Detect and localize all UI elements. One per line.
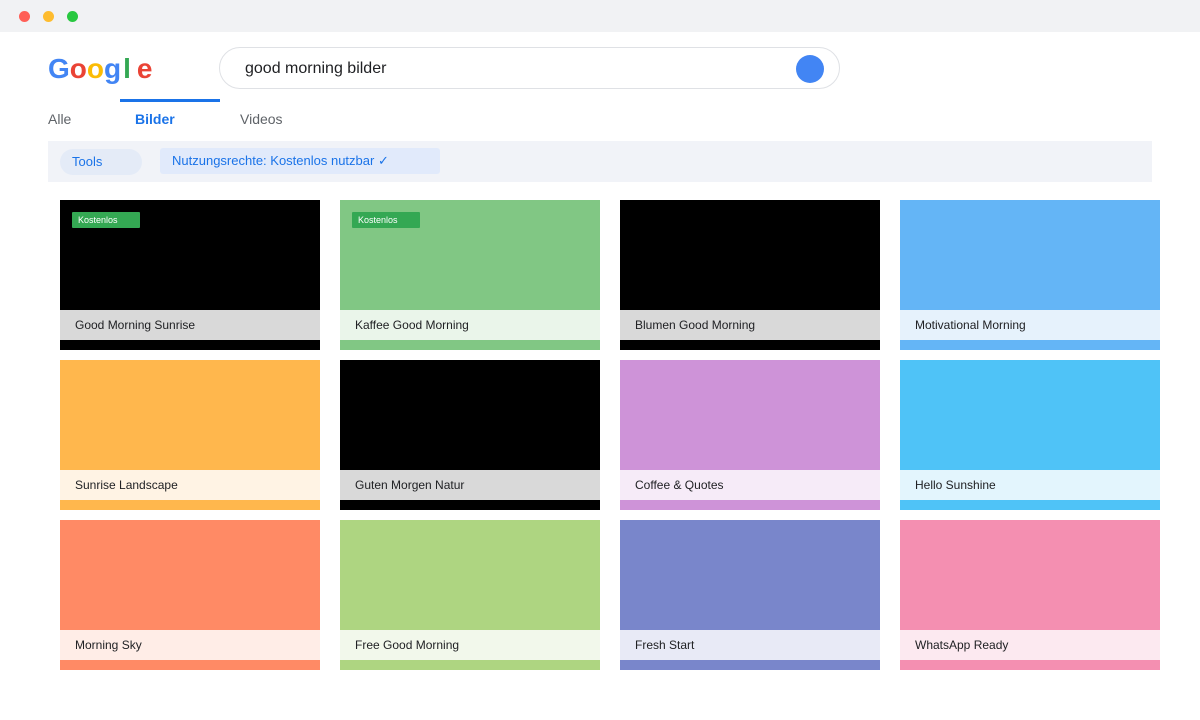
logo-letter: G [48, 53, 70, 84]
image-result-card[interactable]: Fresh Start [620, 520, 880, 670]
window-titlebar [0, 0, 1200, 32]
logo-letter: o [86, 53, 104, 84]
image-results-grid: Kostenlos Good Morning Sunrise Kostenlos Ka… [60, 200, 1160, 670]
result-title[interactable]: Coffee & Quotes [620, 470, 880, 500]
result-title[interactable]: Motivational Morning [900, 310, 1160, 340]
image-result-card[interactable]: Sunrise Landscape [60, 360, 320, 510]
tab-videos[interactable]: Videos [240, 111, 283, 127]
result-title[interactable]: Fresh Start [620, 630, 880, 660]
active-tab-indicator [120, 99, 220, 102]
tab-all[interactable]: Alle [48, 111, 71, 127]
image-result-card[interactable]: Guten Morgen Natur [340, 360, 600, 510]
license-badge: Kostenlos [352, 212, 420, 228]
logo-letter: e [136, 53, 153, 84]
tab-images[interactable]: Bilder [135, 111, 175, 127]
logo-letter: o [69, 53, 87, 84]
usage-rights-filter[interactable]: Nutzungsrechte: Kostenlos nutzbar ✓ [160, 148, 440, 174]
result-title[interactable]: Good Morning Sunrise [60, 310, 320, 340]
logo-letter: l [123, 53, 131, 84]
image-result-card[interactable]: Free Good Morning [340, 520, 600, 670]
image-result-card[interactable]: WhatsApp Ready [900, 520, 1160, 670]
result-title[interactable]: Hello Sunshine [900, 470, 1160, 500]
result-title[interactable]: WhatsApp Ready [900, 630, 1160, 660]
image-result-card[interactable]: Kostenlos Good Morning Sunrise [60, 200, 320, 350]
maximize-window-button[interactable] [67, 11, 78, 22]
result-title[interactable]: Blumen Good Morning [620, 310, 880, 340]
license-badge: Kostenlos [72, 212, 140, 228]
close-window-button[interactable] [19, 11, 30, 22]
image-result-card[interactable]: Blumen Good Morning [620, 200, 880, 350]
image-result-card[interactable]: Kostenlos Kaffee Good Morning [340, 200, 600, 350]
tools-button[interactable]: Tools [60, 149, 142, 175]
search-input[interactable]: good morning bilder [245, 59, 386, 79]
search-box[interactable]: good morning bilder [219, 47, 840, 89]
filter-toolbar: Tools Nutzungsrechte: Kostenlos nutzbar … [48, 141, 1152, 182]
result-title[interactable]: Sunrise Landscape [60, 470, 320, 500]
image-result-card[interactable]: Motivational Morning [900, 200, 1160, 350]
result-title[interactable]: Kaffee Good Morning [340, 310, 600, 340]
result-title[interactable]: Guten Morgen Natur [340, 470, 600, 500]
minimize-window-button[interactable] [43, 11, 54, 22]
image-result-card[interactable]: Coffee & Quotes [620, 360, 880, 510]
result-title[interactable]: Free Good Morning [340, 630, 600, 660]
logo-letter: g [104, 53, 122, 84]
result-title[interactable]: Morning Sky [60, 630, 320, 660]
image-result-card[interactable]: Morning Sky [60, 520, 320, 670]
google-logo[interactable]: Googl e [48, 52, 152, 86]
image-result-card[interactable]: Hello Sunshine [900, 360, 1160, 510]
search-button[interactable] [796, 55, 824, 83]
